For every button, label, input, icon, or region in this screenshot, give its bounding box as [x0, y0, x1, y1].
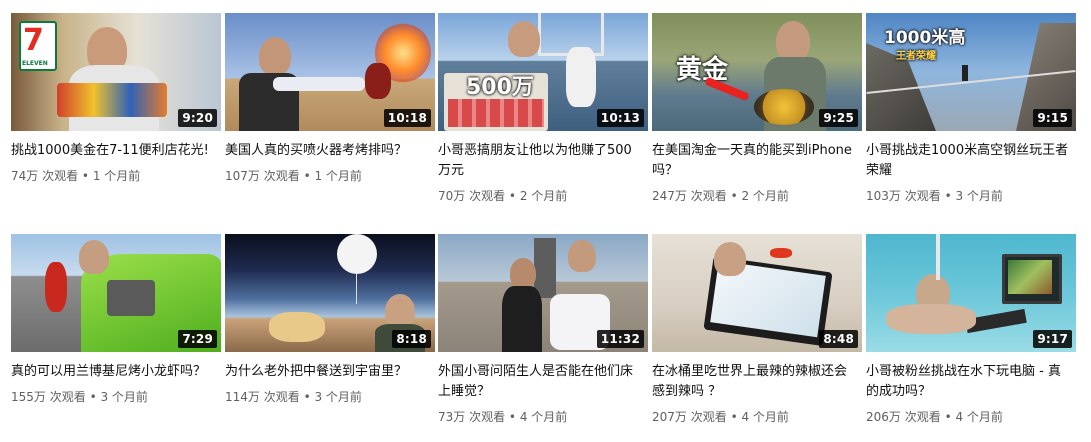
video-title[interactable]: 为什么老外把中餐送到宇宙里？ [225, 362, 435, 382]
video-meta: 247万 次观看 • 2 个月前 [652, 187, 862, 205]
video-title[interactable]: 在冰桶里吃世界上最辣的辣椒还会感到辣吗 ？ [652, 362, 862, 402]
video-thumbnail[interactable]: 7 ELEVEN 9:20 [11, 13, 221, 131]
video-title[interactable]: 挑战1000美金在7-11便利店花光! [11, 141, 221, 161]
video-card[interactable]: 黄金 9:25 在美国淘金一天真的能买到iPhone吗？ 247万 次观看 • … [652, 13, 862, 205]
video-duration: 9:15 [1033, 109, 1072, 127]
view-count: 114万 次观看 [225, 390, 300, 404]
separator: • [508, 410, 516, 424]
separator: • [730, 189, 738, 203]
video-thumbnail[interactable]: 8:48 [652, 234, 862, 352]
thumbnail-overlay-text: 黄金 [676, 55, 729, 85]
video-title[interactable]: 小哥挑战走1000米高空钢丝玩王者荣耀 [866, 141, 1076, 181]
video-thumbnail[interactable]: 10:18 [225, 13, 435, 131]
upload-age: 3 个月前 [314, 390, 362, 404]
view-count: 206万 次观看 [866, 410, 941, 424]
video-card[interactable]: 9:17 小哥被粉丝挑战在水下玩电脑 - 真的成功吗？ 206万 次观看 • 4… [866, 234, 1076, 426]
video-thumbnail[interactable]: 9:17 [866, 234, 1076, 352]
video-title[interactable]: 外国小哥问陌生人是否能在他们床上睡觉？ [438, 362, 648, 402]
upload-age: 2 个月前 [741, 189, 789, 203]
upload-age: 4 个月前 [955, 410, 1003, 424]
video-meta: 70万 次观看 • 2 个月前 [438, 187, 648, 205]
video-duration: 10:18 [383, 109, 431, 127]
video-duration: 9:20 [178, 109, 217, 127]
upload-age: 4 个月前 [519, 410, 568, 424]
video-duration: 7:29 [178, 330, 217, 348]
separator: • [944, 189, 952, 203]
video-meta: 206万 次观看 • 4 个月前 [866, 408, 1076, 426]
video-title[interactable]: 小哥被粉丝挑战在水下玩电脑 - 真的成功吗？ [866, 362, 1076, 402]
upload-age: 4 个月前 [741, 410, 789, 424]
video-card[interactable]: 8:48 在冰桶里吃世界上最辣的辣椒还会感到辣吗 ？ 207万 次观看 • 4 … [652, 234, 862, 426]
video-title[interactable]: 真的可以用兰博基尼烤小龙虾吗？ [11, 362, 221, 382]
view-count: 107万 次观看 [225, 169, 300, 183]
video-meta: 73万 次观看 • 4 个月前 [438, 408, 648, 426]
video-thumbnail[interactable]: 7:29 [11, 234, 221, 352]
view-count: 73万 次观看 [438, 410, 506, 424]
upload-age: 3 个月前 [100, 390, 148, 404]
video-meta: 114万 次观看 • 3 个月前 [225, 388, 435, 406]
video-card[interactable]: 500万 10:13 小哥恶搞朋友让他以为他赚了500万元 70万 次观看 • … [438, 13, 648, 205]
video-duration: 8:48 [819, 330, 858, 348]
view-count: 103万 次观看 [866, 189, 941, 203]
view-count: 247万 次观看 [652, 189, 727, 203]
video-meta: 207万 次观看 • 4 个月前 [652, 408, 862, 426]
upload-age: 1 个月前 [314, 169, 362, 183]
video-card[interactable]: 8:18 为什么老外把中餐送到宇宙里？ 114万 次观看 • 3 个月前 [225, 234, 435, 406]
view-count: 70万 次观看 [438, 189, 506, 203]
video-title[interactable]: 美国人真的买喷火器考烤排吗？ [225, 141, 435, 161]
separator: • [89, 390, 97, 404]
view-count: 207万 次观看 [652, 410, 727, 424]
upload-age: 3 个月前 [955, 189, 1003, 203]
view-count: 155万 次观看 [11, 390, 86, 404]
upload-age: 1 个月前 [92, 169, 141, 183]
video-thumbnail[interactable]: 8:18 [225, 234, 435, 352]
video-thumbnail[interactable]: 11:32 [438, 234, 648, 352]
video-duration: 10:13 [596, 109, 644, 127]
video-meta: 107万 次观看 • 1 个月前 [225, 167, 435, 185]
video-card[interactable]: 7 ELEVEN 9:20 挑战1000美金在7-11便利店花光! 74万 次观… [11, 13, 221, 185]
video-duration: 8:18 [392, 330, 431, 348]
video-thumbnail[interactable]: 500万 10:13 [438, 13, 648, 131]
video-card[interactable]: 10:18 美国人真的买喷火器考烤排吗？ 107万 次观看 • 1 个月前 [225, 13, 435, 185]
separator: • [730, 410, 738, 424]
separator: • [508, 189, 516, 203]
upload-age: 2 个月前 [519, 189, 568, 203]
separator: • [944, 410, 952, 424]
separator: • [303, 390, 311, 404]
video-thumbnail[interactable]: 黄金 9:25 [652, 13, 862, 131]
separator: • [81, 169, 89, 183]
video-card[interactable]: 11:32 外国小哥问陌生人是否能在他们床上睡觉？ 73万 次观看 • 4 个月… [438, 234, 648, 426]
video-title[interactable]: 小哥恶搞朋友让他以为他赚了500万元 [438, 141, 648, 181]
video-meta: 74万 次观看 • 1 个月前 [11, 167, 221, 185]
video-duration: 9:25 [819, 109, 858, 127]
video-card[interactable]: 1000米高 王者荣耀 9:15 小哥挑战走1000米高空钢丝玩王者荣耀 103… [866, 13, 1076, 205]
video-thumbnail[interactable]: 1000米高 王者荣耀 9:15 [866, 13, 1076, 131]
video-grid: 7 ELEVEN 9:20 挑战1000美金在7-11便利店花光! 74万 次观… [0, 0, 1091, 442]
thumbnail-overlay-text: 1000米高 [884, 28, 966, 48]
video-meta: 103万 次观看 • 3 个月前 [866, 187, 1076, 205]
video-card[interactable]: 7:29 真的可以用兰博基尼烤小龙虾吗？ 155万 次观看 • 3 个月前 [11, 234, 221, 406]
video-title[interactable]: 在美国淘金一天真的能买到iPhone吗？ [652, 141, 862, 181]
video-duration: 9:17 [1033, 330, 1072, 348]
thumbnail-overlay-text: 500万 [466, 75, 534, 100]
video-duration: 11:32 [596, 330, 644, 348]
thumbnail-overlay-subtext: 王者荣耀 [896, 51, 936, 62]
separator: • [303, 169, 311, 183]
video-meta: 155万 次观看 • 3 个月前 [11, 388, 221, 406]
view-count: 74万 次观看 [11, 169, 79, 183]
seven-eleven-logo: 7 ELEVEN [19, 21, 57, 71]
